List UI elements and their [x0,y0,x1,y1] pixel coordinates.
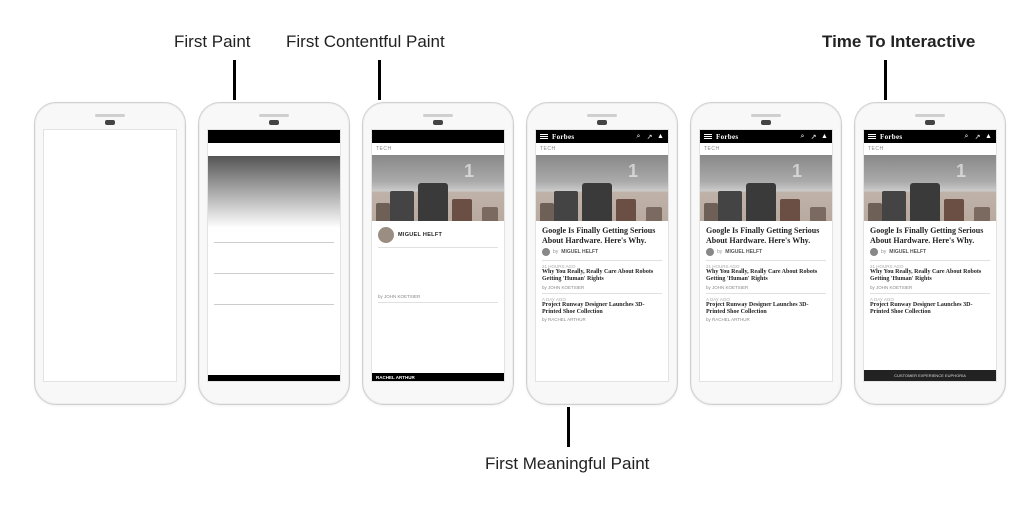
avatar [706,248,714,256]
site-topbar: Forbes ⌕ ↗ ▲ [700,130,832,143]
skeleton-line [214,242,334,243]
site-topbar: Forbes ⌕ ↗ ▲ [864,130,996,143]
avatar [542,248,550,256]
line-tti [884,60,887,100]
screen-fcp: TECH 1 MIGUEL HELFT by JOHN KOETSIER RAC… [371,129,505,382]
phone-near-complete: Forbes ⌕ ↗ ▲ TECH 1 Google Is Finally Ge… [690,102,842,405]
label-first-meaningful-paint: First Meaningful Paint [485,454,649,474]
share-icon[interactable]: ↗ [974,133,981,140]
story-title[interactable]: Why You Really, Really Care About Robots… [700,269,832,284]
share-icon[interactable]: ↗ [646,133,653,140]
avatar [870,248,878,256]
article-headline[interactable]: Google Is Finally Getting Serious About … [864,221,996,248]
line-fp [233,60,236,100]
story-author: by RACHEL ARTHUR [536,317,668,325]
story-title[interactable]: Why You Really, Really Care About Robots… [864,269,996,284]
byline-prefix: by [553,249,558,255]
share-icon[interactable]: ↗ [810,133,817,140]
screen-first-paint [207,129,341,382]
brand-logo[interactable]: Forbes [552,133,574,141]
article-byline: by MIGUEL HELFT [536,248,668,260]
profile-icon[interactable]: ▲ [985,133,992,140]
phone-time-to-interactive: Forbes ⌕ ↗ ▲ TECH 1 Google Is Finally Ge… [854,102,1006,405]
search-icon[interactable]: ⌕ [963,133,970,140]
profile-icon[interactable]: ▲ [821,133,828,140]
phone-first-paint [198,102,350,405]
menu-icon[interactable] [868,134,876,139]
section-crumb: TECH [372,143,504,155]
section-crumb: TECH [536,143,668,155]
hero-number: 1 [956,161,966,182]
promo-text: CUSTOMER EXPERIENCE EUPHORIA [894,373,966,378]
hero-image: 1 [372,155,504,221]
article-byline: by MIGUEL HELFT [864,248,996,260]
story-title[interactable]: Project Runway Designer Launches 3D-Prin… [536,302,668,317]
story-author: by RACHEL ARTHUR [700,317,832,325]
site-topbar: Forbes ⌕ ↗ ▲ [536,130,668,143]
label-first-contentful-paint: First Contentful Paint [286,32,445,52]
hero-image: 1 [700,155,832,221]
menu-icon[interactable] [704,134,712,139]
story-age: 21 HOURS AGO [864,261,996,269]
menu-icon[interactable] [540,134,548,139]
story-title[interactable]: Why You Really, Really Care About Robots… [536,269,668,284]
avatar [378,227,394,243]
screen-near-complete: Forbes ⌕ ↗ ▲ TECH 1 Google Is Finally Ge… [699,129,833,382]
phone-first-meaningful-paint: Forbes ⌕ ↗ ▲ TECH 1 Google Is Finally Ge… [526,102,678,405]
story-author: by JOHN KOETSIER [536,285,668,293]
label-time-to-interactive: Time To Interactive [822,32,975,52]
screen-tti: Forbes ⌕ ↗ ▲ TECH 1 Google Is Finally Ge… [863,129,997,382]
fcp-author-line: by JOHN KOETSIER [372,294,504,302]
section-crumb: TECH [700,143,832,155]
article-headline[interactable]: Google Is Finally Getting Serious About … [536,221,668,248]
story-title[interactable]: Project Runway Designer Launches 3D-Prin… [864,302,996,317]
hero-number: 1 [628,161,638,182]
line-fcp [378,60,381,100]
top-labels: First Paint First Contentful Paint Time … [0,32,1024,56]
phone-first-contentful-paint: TECH 1 MIGUEL HELFT by JOHN KOETSIER RAC… [362,102,514,405]
story-age: 21 HOURS AGO [536,261,668,269]
line-fmp [567,407,570,447]
story-age: A DAY AGO [536,294,668,302]
byline-prefix: by [717,249,722,255]
byline-author: MIGUEL HELFT [725,249,762,255]
fp-gradient [208,156,340,228]
skeleton-line [214,273,334,274]
fcp-top-bar [372,130,504,143]
brand-logo[interactable]: Forbes [880,133,902,141]
story-author: by JOHN KOETSIER [864,285,996,293]
fcp-author-row: MIGUEL HELFT [372,221,504,247]
hero-number: 1 [464,161,474,182]
promo-banner[interactable]: CUSTOMER EXPERIENCE EUPHORIA [864,370,996,381]
screen-fmp: Forbes ⌕ ↗ ▲ TECH 1 Google Is Finally Ge… [535,129,669,382]
story-age: A DAY AGO [864,294,996,302]
skeleton-line [214,304,334,305]
article-headline[interactable]: Google Is Finally Getting Serious About … [700,221,832,248]
hero-number: 1 [792,161,802,182]
search-icon[interactable]: ⌕ [799,133,806,140]
phones-row: TECH 1 MIGUEL HELFT by JOHN KOETSIER RAC… [34,102,1006,405]
author-name: MIGUEL HELFT [398,232,442,238]
story-age: 21 HOURS AGO [700,261,832,269]
fp-footer-bar [208,375,340,381]
search-icon[interactable]: ⌕ [635,133,642,140]
story-title[interactable]: Project Runway Designer Launches 3D-Prin… [700,302,832,317]
byline-author: MIGUEL HELFT [889,249,926,255]
byline-prefix: by [881,249,886,255]
article-byline: by MIGUEL HELFT [700,248,832,260]
section-crumb: TECH [864,143,996,155]
label-first-paint: First Paint [174,32,251,52]
story-author: by JOHN KOETSIER [700,285,832,293]
screen-blank [43,129,177,382]
profile-icon[interactable]: ▲ [657,133,664,140]
byline-author: MIGUEL HELFT [561,249,598,255]
hero-image: 1 [864,155,996,221]
hero-image: 1 [536,155,668,221]
story-age: A DAY AGO [700,294,832,302]
phone-blank [34,102,186,405]
fp-top-bar [208,130,340,143]
brand-logo[interactable]: Forbes [716,133,738,141]
fcp-footer-author2: RACHEL ARTHUR [376,375,415,380]
